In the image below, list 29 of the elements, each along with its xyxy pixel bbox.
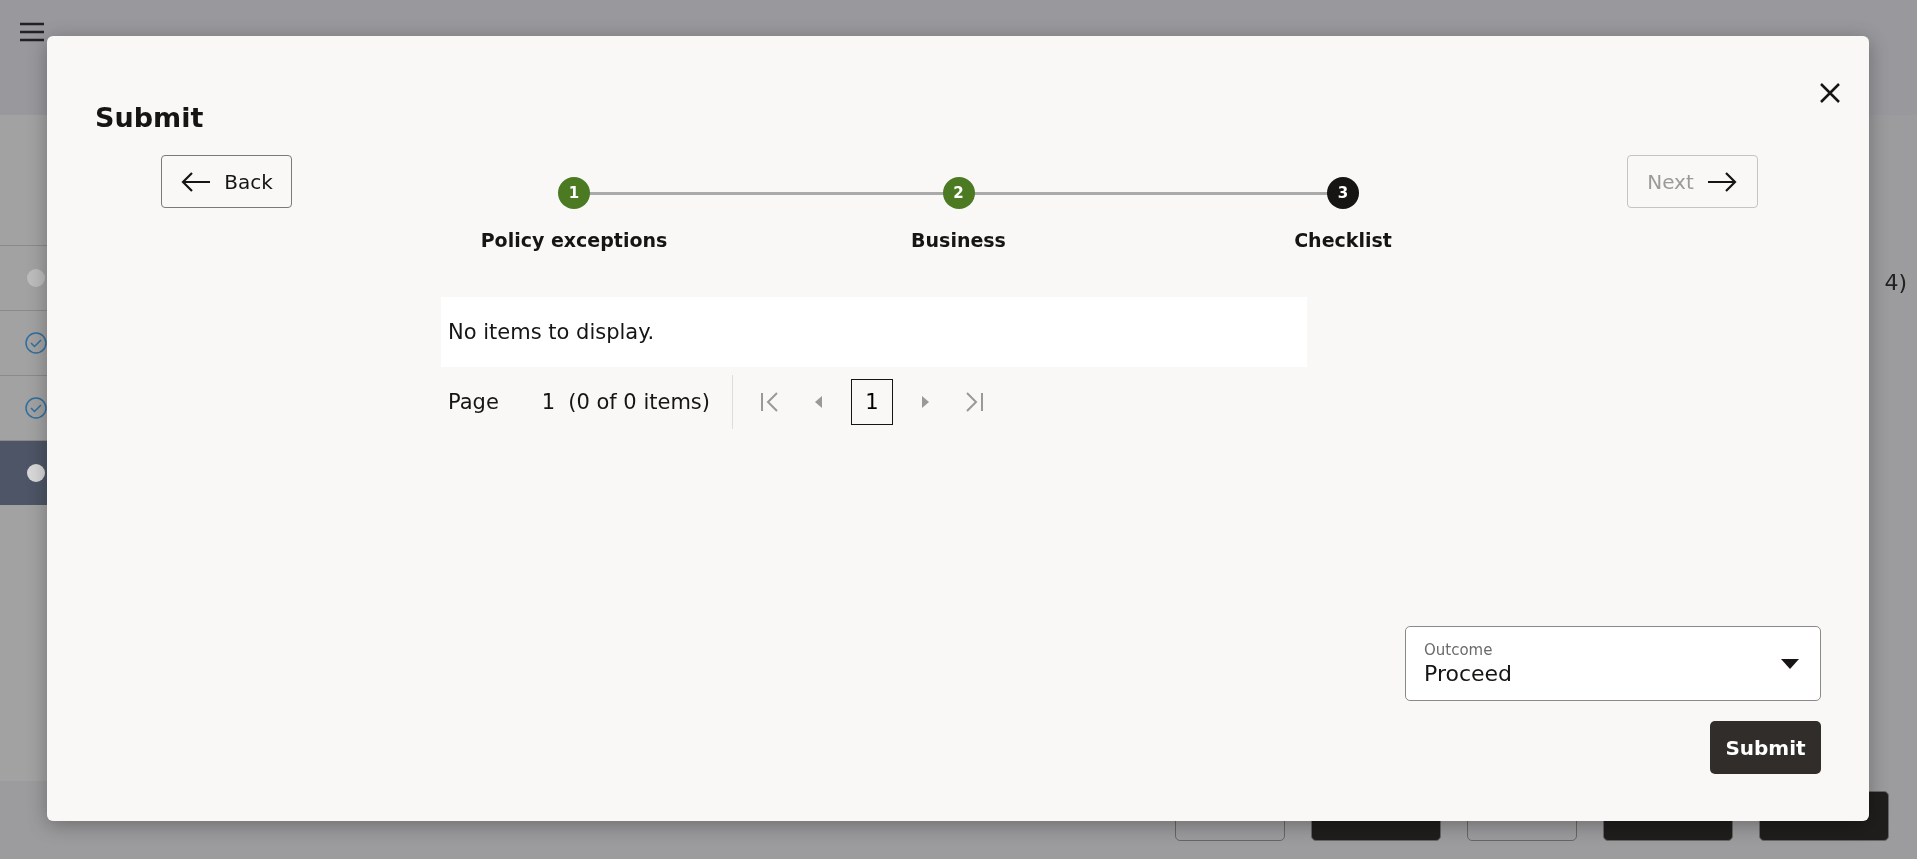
first-page-icon — [759, 390, 781, 414]
step-dot-icon — [24, 461, 48, 485]
step-label: Checklist — [1294, 229, 1392, 251]
arrow-right-icon — [1705, 170, 1738, 193]
step-number: 1 — [558, 177, 590, 209]
check-circle-icon — [24, 396, 48, 420]
page-number: 1 — [541, 390, 556, 414]
step-number: 3 — [1327, 177, 1359, 209]
dialog-title: Submit — [95, 102, 205, 133]
step-label: Policy exceptions — [480, 229, 668, 251]
outcome-select[interactable]: Outcome Proceed — [1405, 626, 1821, 701]
step-label: Business — [911, 229, 1006, 251]
menu-icon — [18, 20, 46, 44]
check-circle-icon — [24, 331, 48, 355]
caret-down-icon — [1780, 657, 1800, 670]
page-label: Page — [448, 390, 499, 414]
back-button[interactable]: Back — [161, 155, 292, 208]
empty-message: No items to display. — [448, 320, 655, 344]
step-number: 2 — [942, 177, 975, 209]
step-dot-icon — [24, 266, 48, 290]
field-label: Outcome — [1424, 641, 1494, 659]
close-icon — [1819, 82, 1841, 104]
item-summary: (0 of 0 items) — [568, 390, 710, 414]
submit-button[interactable]: Submit — [1710, 721, 1821, 774]
last-page-icon — [963, 390, 985, 414]
arrow-left-icon — [180, 170, 213, 193]
item-count: 4) — [1884, 270, 1907, 297]
page-button[interactable]: 1 — [851, 379, 893, 425]
field-value: Proceed — [1424, 661, 1514, 686]
